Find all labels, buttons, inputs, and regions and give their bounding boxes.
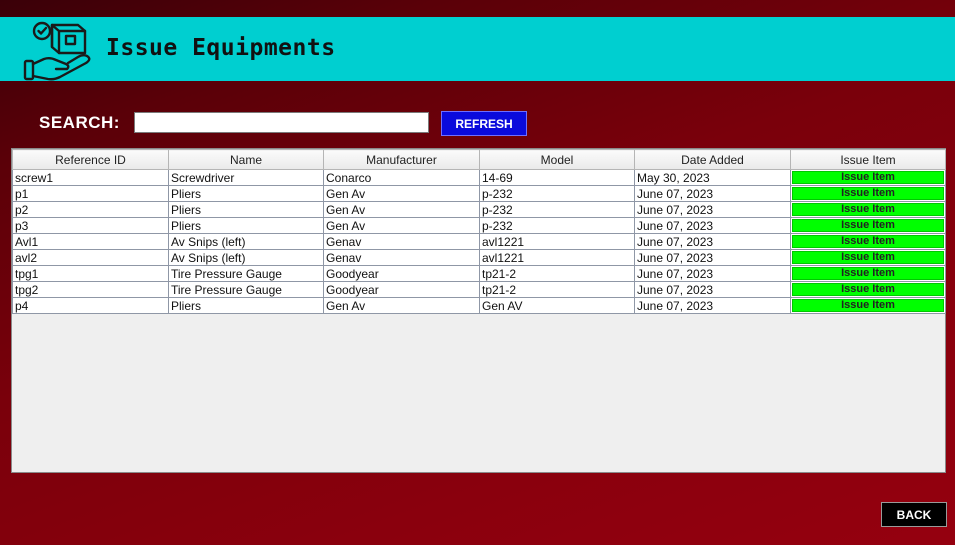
cell-date-added: June 07, 2023 — [634, 249, 791, 266]
cell-issue-item: Issue Item — [790, 297, 946, 314]
issue-item-button[interactable]: Issue Item — [792, 283, 944, 296]
cell-reference-id: p1 — [12, 185, 169, 202]
cell-name: Screwdriver — [168, 169, 324, 186]
cell-name: Pliers — [168, 297, 324, 314]
cell-issue-item: Issue Item — [790, 201, 946, 218]
cell-issue-item: Issue Item — [790, 265, 946, 282]
cell-date-added: May 30, 2023 — [634, 169, 791, 186]
issue-item-button[interactable]: Issue Item — [792, 235, 944, 248]
cell-date-added: June 07, 2023 — [634, 185, 791, 202]
search-label: SEARCH: — [39, 113, 120, 132]
cell-date-added: June 07, 2023 — [634, 265, 791, 282]
equipment-table: Reference ID Name Manufacturer Model Dat… — [12, 149, 946, 314]
cell-model: avl1221 — [479, 249, 635, 266]
cell-date-added: June 07, 2023 — [634, 297, 791, 314]
column-header-name[interactable]: Name — [168, 149, 324, 170]
table-row[interactable]: p3 Pliers Gen Av p-232 June 07, 2023 Iss… — [12, 217, 946, 234]
cell-reference-id: tpg1 — [12, 265, 169, 282]
cell-issue-item: Issue Item — [790, 169, 946, 186]
cell-reference-id: p3 — [12, 217, 169, 234]
cell-issue-item: Issue Item — [790, 233, 946, 250]
cell-manufacturer: Gen Av — [323, 201, 480, 218]
column-header-issue-item[interactable]: Issue Item — [790, 149, 946, 170]
cell-model: avl1221 — [479, 233, 635, 250]
table-row[interactable]: tpg2 Tire Pressure Gauge Goodyear tp21-2… — [12, 281, 946, 298]
cell-name: Tire Pressure Gauge — [168, 281, 324, 298]
cell-manufacturer: Gen Av — [323, 297, 480, 314]
cell-model: p-232 — [479, 201, 635, 218]
issue-item-button[interactable]: Issue Item — [792, 203, 944, 216]
column-header-reference-id[interactable]: Reference ID — [12, 149, 169, 170]
cell-name: Av Snips (left) — [168, 233, 324, 250]
refresh-button[interactable]: REFRESH — [441, 111, 527, 136]
cell-issue-item: Issue Item — [790, 217, 946, 234]
column-header-manufacturer[interactable]: Manufacturer — [323, 149, 480, 170]
app-header: Issue Equipments — [0, 17, 955, 81]
cell-manufacturer: Goodyear — [323, 265, 480, 282]
issue-item-button[interactable]: Issue Item — [792, 187, 944, 200]
issue-item-button[interactable]: Issue Item — [792, 299, 944, 312]
table-row[interactable]: p2 Pliers Gen Av p-232 June 07, 2023 Iss… — [12, 201, 946, 218]
cell-date-added: June 07, 2023 — [634, 201, 791, 218]
cell-issue-item: Issue Item — [790, 281, 946, 298]
issue-item-button[interactable]: Issue Item — [792, 171, 944, 184]
hand-holding-box-icon — [23, 21, 91, 81]
table-row[interactable]: p1 Pliers Gen Av p-232 June 07, 2023 Iss… — [12, 185, 946, 202]
issue-item-button[interactable]: Issue Item — [792, 251, 944, 264]
table-row[interactable]: tpg1 Tire Pressure Gauge Goodyear tp21-2… — [12, 265, 946, 282]
cell-reference-id: tpg2 — [12, 281, 169, 298]
cell-manufacturer: Genav — [323, 249, 480, 266]
cell-model: p-232 — [479, 217, 635, 234]
cell-reference-id: screw1 — [12, 169, 169, 186]
cell-name: Av Snips (left) — [168, 249, 324, 266]
search-input[interactable] — [134, 112, 429, 133]
page-title: Issue Equipments — [106, 35, 336, 61]
cell-model: tp21-2 — [479, 265, 635, 282]
cell-name: Tire Pressure Gauge — [168, 265, 324, 282]
table-header-row: Reference ID Name Manufacturer Model Dat… — [12, 149, 946, 170]
cell-model: p-232 — [479, 185, 635, 202]
table-row[interactable]: screw1 Screwdriver Conarco 14-69 May 30,… — [12, 169, 946, 186]
cell-reference-id: avl2 — [12, 249, 169, 266]
cell-reference-id: p2 — [12, 201, 169, 218]
cell-name: Pliers — [168, 201, 324, 218]
cell-date-added: June 07, 2023 — [634, 281, 791, 298]
column-header-date-added[interactable]: Date Added — [634, 149, 791, 170]
cell-date-added: June 07, 2023 — [634, 233, 791, 250]
cell-name: Pliers — [168, 217, 324, 234]
issue-item-button[interactable]: Issue Item — [792, 267, 944, 280]
cell-manufacturer: Genav — [323, 233, 480, 250]
cell-manufacturer: Gen Av — [323, 185, 480, 202]
cell-name: Pliers — [168, 185, 324, 202]
table-row[interactable]: p4 Pliers Gen Av Gen AV June 07, 2023 Is… — [12, 297, 946, 314]
cell-manufacturer: Gen Av — [323, 217, 480, 234]
cell-manufacturer: Conarco — [323, 169, 480, 186]
cell-reference-id: Avl1 — [12, 233, 169, 250]
cell-model: Gen AV — [479, 297, 635, 314]
cell-model: tp21-2 — [479, 281, 635, 298]
cell-date-added: June 07, 2023 — [634, 217, 791, 234]
cell-issue-item: Issue Item — [790, 185, 946, 202]
cell-manufacturer: Goodyear — [323, 281, 480, 298]
cell-model: 14-69 — [479, 169, 635, 186]
issue-item-button[interactable]: Issue Item — [792, 219, 944, 232]
equipment-table-container[interactable]: Reference ID Name Manufacturer Model Dat… — [11, 148, 946, 473]
column-header-model[interactable]: Model — [479, 149, 635, 170]
cell-issue-item: Issue Item — [790, 249, 946, 266]
back-button[interactable]: BACK — [881, 502, 947, 527]
table-row[interactable]: avl2 Av Snips (left) Genav avl1221 June … — [12, 249, 946, 266]
table-row[interactable]: Avl1 Av Snips (left) Genav avl1221 June … — [12, 233, 946, 250]
cell-reference-id: p4 — [12, 297, 169, 314]
